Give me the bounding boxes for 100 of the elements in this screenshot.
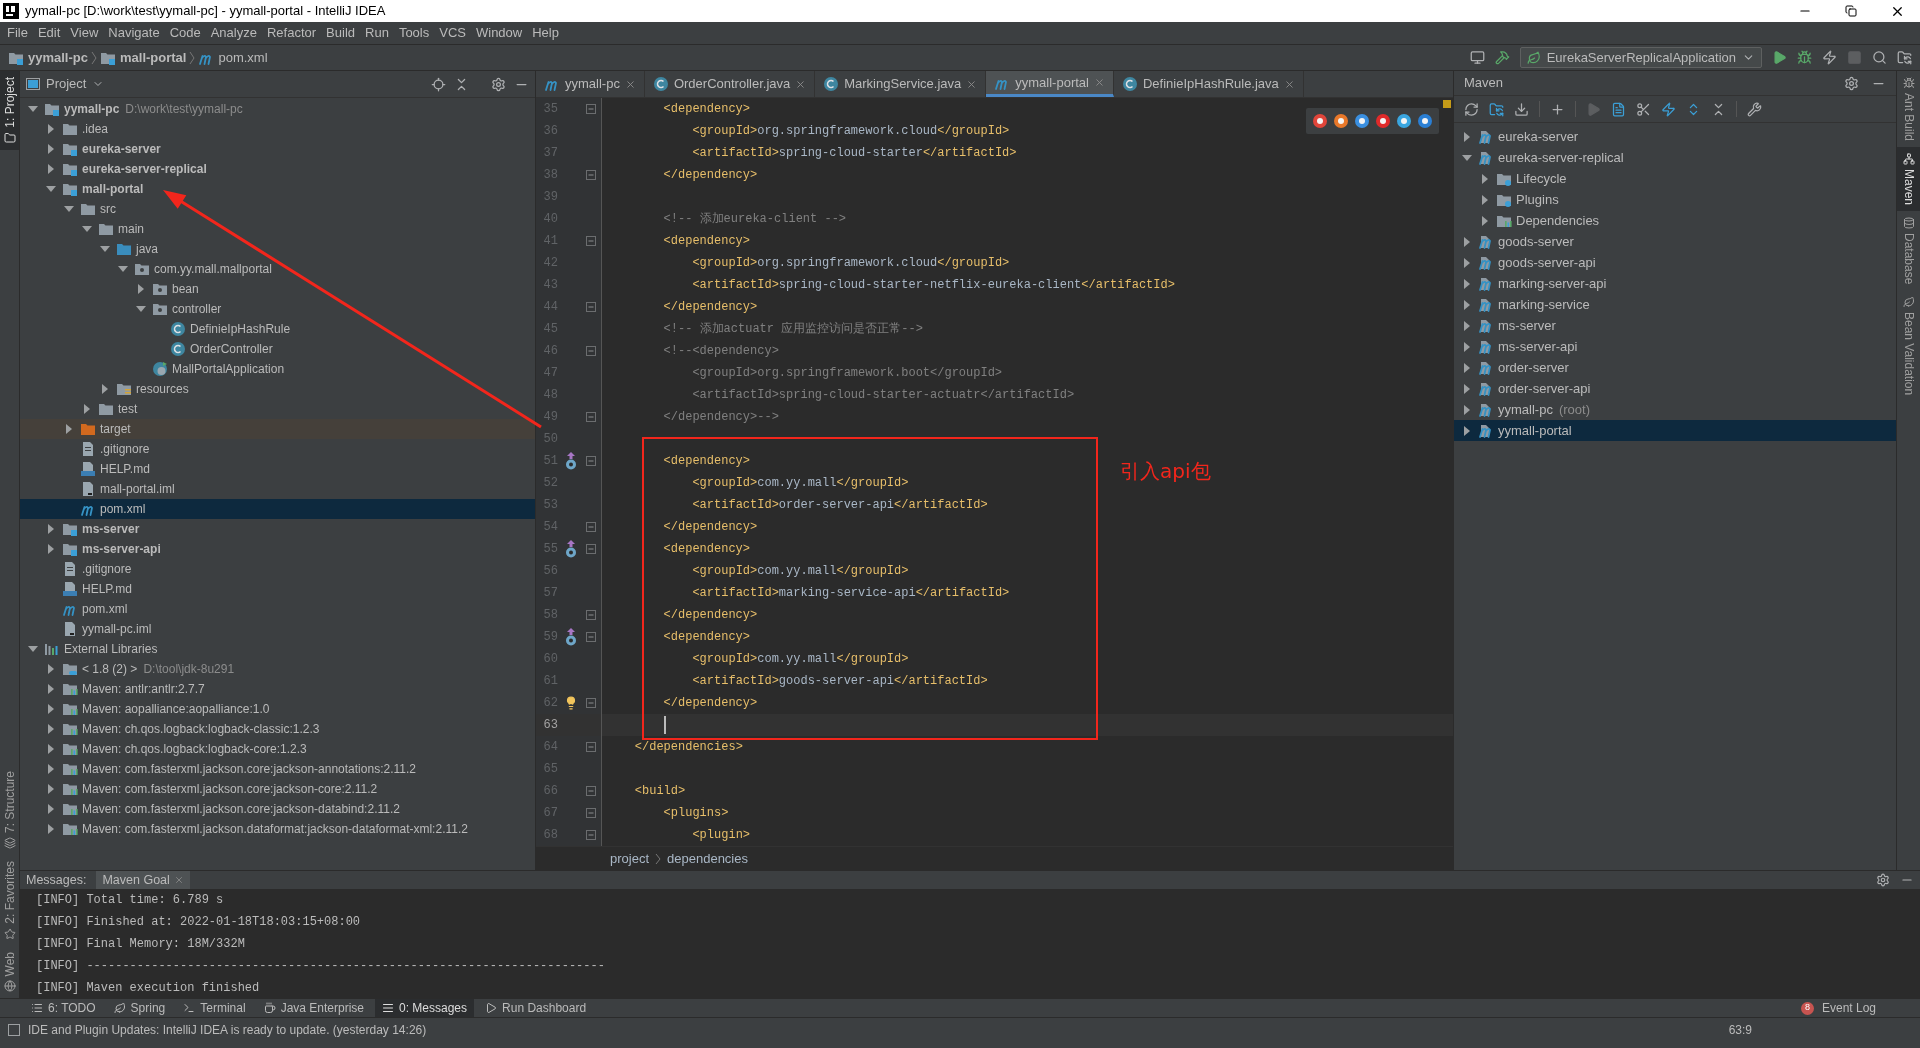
menu-item[interactable]: Build — [321, 22, 360, 44]
messages-tab[interactable]: Maven Goal — [96, 871, 190, 889]
menu-item[interactable]: Window — [470, 22, 528, 44]
fold-marker-icon[interactable] — [586, 346, 596, 356]
expand-arrow-icon[interactable] — [28, 104, 38, 114]
expand-arrow-icon[interactable] — [46, 124, 56, 134]
expand-arrow-icon[interactable] — [1462, 320, 1472, 331]
editor-tab[interactable]: yymall-portal — [986, 71, 1114, 97]
menu-item[interactable]: Edit — [32, 22, 66, 44]
tree-item[interactable]: com.yy.mall.mallportal — [20, 259, 535, 279]
menu-item[interactable]: VCS — [434, 22, 471, 44]
menu-item[interactable]: Code — [164, 22, 206, 44]
expand-arrow-icon[interactable] — [1462, 299, 1472, 310]
fold-marker-icon[interactable] — [586, 808, 596, 818]
fold-marker-icon[interactable] — [586, 698, 596, 708]
fold-marker-icon[interactable] — [586, 522, 596, 532]
tree-item[interactable]: marking-server-api — [1454, 273, 1896, 294]
tree-item[interactable]: yymall-pc (root) — [1454, 399, 1896, 420]
menu-item[interactable]: File — [2, 22, 33, 44]
tree-item[interactable]: .gitignore — [20, 439, 535, 459]
window-icon[interactable] — [1469, 50, 1485, 65]
tree-item[interactable]: goods-server-api — [1454, 252, 1896, 273]
editor-tab[interactable]: OrderController.java — [644, 71, 816, 97]
tree-item[interactable]: ms-server — [1454, 315, 1896, 336]
tree-item[interactable]: Lifecycle — [1454, 168, 1896, 189]
maven-dependency-icon[interactable] — [564, 628, 578, 646]
breadcrumb[interactable]: mall-portal — [100, 47, 187, 68]
expand-arrow-icon[interactable] — [46, 664, 56, 674]
expand-arrow-icon[interactable] — [46, 764, 56, 774]
tree-item[interactable]: HELP.md — [20, 459, 535, 479]
close-icon[interactable] — [966, 78, 978, 90]
view-selector[interactable]: Project — [26, 74, 105, 94]
tree-item[interactable]: order-server — [1454, 357, 1896, 378]
tree-item[interactable]: OrderController — [20, 339, 535, 359]
expand-arrow-icon[interactable] — [46, 704, 56, 714]
expand-arrow-icon[interactable] — [46, 684, 56, 694]
tool-window-button[interactable]: 0: Messages — [375, 999, 475, 1017]
tree-item[interactable]: yymall-portal — [1454, 420, 1896, 441]
status-icon[interactable] — [8, 1024, 20, 1036]
expand-arrow-icon[interactable] — [64, 424, 74, 434]
tree-item[interactable]: Maven: com.fasterxml.jackson.core:jackson-core:2.11.2 — [20, 779, 535, 799]
tool-window-tab[interactable]: 2: Favorites — [0, 854, 19, 946]
breadcrumb[interactable]: dependencies — [667, 848, 748, 869]
tree-item[interactable]: Maven: aopalliance:aopalliance:1.0 — [20, 699, 535, 719]
caret-position[interactable]: 63:9 — [1728, 1021, 1752, 1039]
tree-item[interactable]: Dependencies — [1454, 210, 1896, 231]
tool-window-button[interactable]: Java Enterprise — [256, 999, 371, 1017]
close-icon[interactable] — [795, 78, 807, 90]
tree-item[interactable]: Plugins — [1454, 189, 1896, 210]
menu-item[interactable]: View — [65, 22, 104, 44]
settings-icon[interactable] — [1844, 75, 1859, 91]
menu-item[interactable]: Refactor — [261, 22, 322, 44]
document-icon[interactable] — [1611, 101, 1626, 117]
tree-item[interactable]: yymall-pc.iml — [20, 619, 535, 639]
tree-item[interactable]: eureka-server-replical — [1454, 147, 1896, 168]
expand-arrow-icon[interactable] — [1462, 131, 1472, 142]
tree-item[interactable]: DefinieIpHashRule — [20, 319, 535, 339]
expand-arrow-icon[interactable] — [1462, 152, 1472, 163]
browser-icon[interactable] — [1312, 113, 1328, 129]
menu-item[interactable]: Analyze — [205, 22, 262, 44]
breadcrumb[interactable]: project — [610, 848, 650, 869]
tool-window-button[interactable]: Run Dashboard — [478, 999, 594, 1017]
tree-item[interactable]: Maven: com.fasterxml.jackson.core:jackson-databind:2.11.2 — [20, 799, 535, 819]
tree-item[interactable]: target — [20, 419, 535, 439]
expand-arrow-icon[interactable] — [1462, 404, 1472, 415]
tree-item[interactable]: Maven: ch.qos.logback:logback-classic:1.2.3 — [20, 719, 535, 739]
tree-item[interactable]: HELP.md — [20, 579, 535, 599]
close-icon[interactable] — [1283, 78, 1295, 90]
fold-marker-icon[interactable] — [586, 412, 596, 422]
fold-marker-icon[interactable] — [586, 632, 596, 642]
tree-item[interactable]: eureka-server — [1454, 126, 1896, 147]
expand-arrow-icon[interactable] — [46, 164, 56, 174]
tree-item[interactable]: goods-server — [1454, 231, 1896, 252]
breadcrumb[interactable]: yymall-pc — [8, 47, 88, 68]
fold-marker-icon[interactable] — [586, 170, 596, 180]
expand-arrow-icon[interactable] — [46, 744, 56, 754]
locate-icon[interactable] — [431, 76, 446, 92]
expand-arrow-icon[interactable] — [1480, 194, 1490, 205]
expand-arrow-icon[interactable] — [46, 784, 56, 794]
tree-item[interactable]: controller — [20, 299, 535, 319]
menu-item[interactable]: Navigate — [103, 22, 165, 44]
fold-marker-icon[interactable] — [586, 742, 596, 752]
tool-window-tab[interactable]: 7: Structure — [0, 764, 19, 855]
tree-item[interactable]: test — [20, 399, 535, 419]
tree-item[interactable]: eureka-server — [20, 139, 535, 159]
expand-arrow-icon[interactable] — [1462, 236, 1472, 247]
settings-icon[interactable] — [1876, 873, 1890, 887]
tool-window-tab[interactable]: Ant Build — [1897, 71, 1920, 148]
maven-dependency-icon[interactable] — [564, 540, 578, 558]
lightning-icon[interactable] — [1661, 101, 1676, 117]
tree-item[interactable]: bean — [20, 279, 535, 299]
tool-window-button[interactable]: Spring — [106, 999, 173, 1017]
build-icon[interactable] — [1494, 50, 1510, 65]
tree-item[interactable]: pom.xml — [20, 499, 535, 519]
run-icon[interactable] — [1772, 50, 1787, 65]
editor-tab[interactable]: yymall-pc — [536, 71, 645, 97]
tool-window-tab[interactable]: Web — [0, 945, 19, 998]
fold-marker-icon[interactable] — [586, 786, 596, 796]
expand-arrow-icon[interactable] — [136, 284, 146, 294]
tree-item[interactable]: Maven: ch.qos.logback:logback-core:1.2.3 — [20, 739, 535, 759]
